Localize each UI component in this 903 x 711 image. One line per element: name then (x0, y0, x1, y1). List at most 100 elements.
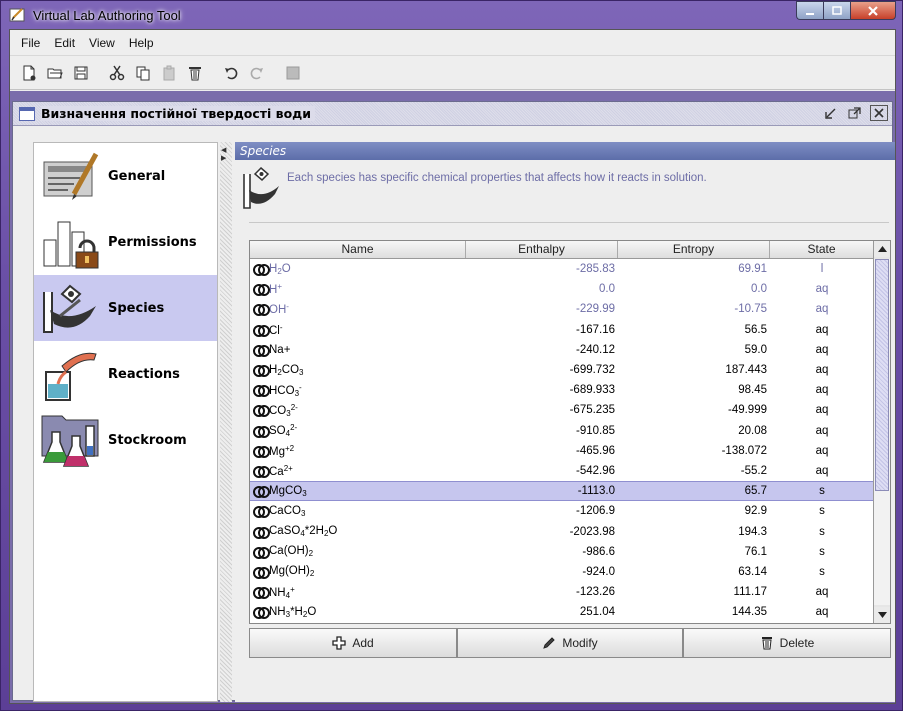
close-frame-button[interactable] (870, 105, 888, 121)
modify-button-label: Modify (562, 636, 598, 650)
modify-button[interactable]: Modify (457, 628, 683, 658)
table-row[interactable]: Mg(OH)2 -924.0 63.14 s (250, 562, 874, 582)
close-frame-icon (874, 108, 884, 118)
cell-name: SO42- (250, 423, 466, 438)
species-formula: MgCO3 (269, 484, 307, 498)
table-row[interactable]: Ca(OH)2 -986.6 76.1 s (250, 542, 874, 562)
table-row[interactable]: CO32- -675.235 -49.999 aq (250, 400, 874, 420)
column-header-enthalpy[interactable]: Enthalpy (466, 241, 618, 258)
table-body: H2O -285.83 69.91 l H+ 0.0 0.0 aq OH- -229.99 -10.… (250, 259, 874, 623)
redo-button[interactable] (244, 61, 270, 85)
column-header-entropy[interactable]: Entropy (618, 241, 770, 258)
cell-entropy: 69.91 (738, 263, 767, 276)
add-button[interactable]: Add (249, 628, 457, 658)
table-row[interactable]: SO42- -910.85 20.08 aq (250, 421, 874, 441)
cell-state: aq (815, 464, 829, 477)
desktop-area: Визначення постійної твердості води Gene… (10, 91, 895, 703)
title-bar[interactable]: Virtual Lab Authoring Tool (1, 1, 903, 29)
column-header-name[interactable]: Name (250, 241, 466, 258)
close-button[interactable] (850, 1, 896, 20)
cell-state: aq (815, 424, 829, 437)
table-row[interactable]: Na+ -240.12 59.0 aq (250, 340, 874, 360)
menu-view[interactable]: View (82, 36, 122, 50)
scroll-down-icon (877, 612, 887, 618)
sidebar-label-species: Species (108, 300, 165, 316)
stop-button[interactable] (280, 61, 306, 85)
minimize-button[interactable] (796, 1, 823, 20)
table-row[interactable]: CaSO4*2H2O -2023.98 194.3 s (250, 521, 874, 541)
sidebar-item-general[interactable]: General (34, 143, 217, 209)
maximize-button[interactable] (823, 1, 850, 20)
cell-enthalpy: -1206.9 (575, 505, 615, 518)
menu-help[interactable]: Help (122, 36, 161, 50)
species-formula: Ca2+ (269, 463, 293, 478)
table-row[interactable]: Mg+2 -465.96 -138.072 aq (250, 441, 874, 461)
sidebar-item-permissions[interactable]: Permissions (34, 209, 217, 275)
cell-entropy: 194.3 (738, 525, 767, 538)
table-row[interactable]: MgCO3 -1113.0 65.7 s (250, 481, 874, 502)
table-row[interactable]: H2O -285.83 69.91 l (250, 259, 874, 279)
cell-state: s (819, 565, 825, 578)
table-row[interactable]: H+ 0.0 0.0 aq (250, 279, 874, 299)
copy-button[interactable] (130, 61, 156, 85)
table-row[interactable]: H2CO3 -699.732 187.443 aq (250, 360, 874, 380)
cell-state: s (819, 505, 825, 518)
split-pane-divider[interactable]: ◀ ▶ (220, 142, 232, 702)
new-button[interactable] (16, 61, 42, 85)
divider (249, 222, 889, 223)
table-row[interactable]: NH4+ -123.26 111.17 aq (250, 582, 874, 602)
column-header-state[interactable]: State (770, 241, 874, 258)
internal-frame-title-bar[interactable]: Визначення постійної твердості води (13, 102, 892, 126)
scroll-down-button[interactable] (874, 607, 890, 623)
save-icon (74, 66, 88, 79)
species-icon-small (253, 607, 270, 620)
iconify-button[interactable] (822, 105, 840, 121)
pencil-icon (543, 637, 556, 649)
cell-state: l (820, 263, 824, 276)
table-row[interactable]: CaCO3 -1206.9 92.9 s (250, 501, 874, 521)
species-icon-small (253, 506, 270, 519)
species-icon-small (253, 445, 270, 458)
species-formula: SO42- (269, 423, 298, 439)
table-row[interactable]: Cl- -167.16 56.5 aq (250, 320, 874, 340)
menu-file[interactable]: File (14, 36, 47, 50)
delete-button-toolbar[interactable] (182, 61, 208, 85)
delete-button[interactable]: Delete (683, 628, 891, 658)
table-row[interactable]: HCO3- -689.933 98.45 aq (250, 380, 874, 400)
paste-button[interactable] (156, 61, 182, 85)
table-row[interactable]: Ca2+ -542.96 -55.2 aq (250, 461, 874, 481)
delete-button-label: Delete (779, 636, 815, 650)
cell-entropy: 0.0 (751, 283, 767, 296)
delete-icon (189, 66, 201, 80)
splitter-arrows-icon[interactable]: ◀ ▶ (221, 146, 226, 162)
species-formula: H2O (269, 262, 291, 276)
table-row[interactable]: OH- -229.99 -10.75 aq (250, 299, 874, 319)
sidebar-item-stockroom[interactable]: Stockroom (34, 407, 217, 473)
cell-name: NH3*H2O (250, 606, 466, 620)
cell-entropy: 187.443 (725, 364, 767, 377)
cell-state: aq (815, 364, 829, 377)
cell-name: H+ (250, 282, 466, 297)
sidebar-item-reactions[interactable]: Reactions (34, 341, 217, 407)
save-button[interactable] (68, 61, 94, 85)
table-row[interactable]: NH3*H2O 251.04 144.35 aq (250, 602, 874, 622)
species-icon-small (253, 304, 270, 317)
sidebar-item-species[interactable]: Species (34, 275, 217, 341)
species-formula: NH4+ (269, 584, 295, 600)
vertical-scrollbar[interactable] (873, 241, 890, 623)
cell-state: aq (815, 343, 829, 356)
cell-entropy: 63.14 (738, 565, 767, 578)
scroll-up-button[interactable] (874, 241, 890, 257)
maximize-frame-button[interactable] (846, 105, 864, 121)
species-formula: CaSO4*2H2O (269, 525, 338, 539)
undo-button[interactable] (218, 61, 244, 85)
cell-name: HCO3- (250, 383, 466, 398)
menu-edit[interactable]: Edit (47, 36, 82, 50)
cell-name: Na+ (250, 344, 466, 357)
cell-enthalpy: -123.26 (575, 586, 615, 599)
species-info-icon (243, 166, 279, 209)
cell-enthalpy: -986.6 (582, 545, 615, 558)
cut-button[interactable] (104, 61, 130, 85)
open-button[interactable] (42, 61, 68, 85)
scroll-thumb[interactable] (875, 259, 889, 491)
